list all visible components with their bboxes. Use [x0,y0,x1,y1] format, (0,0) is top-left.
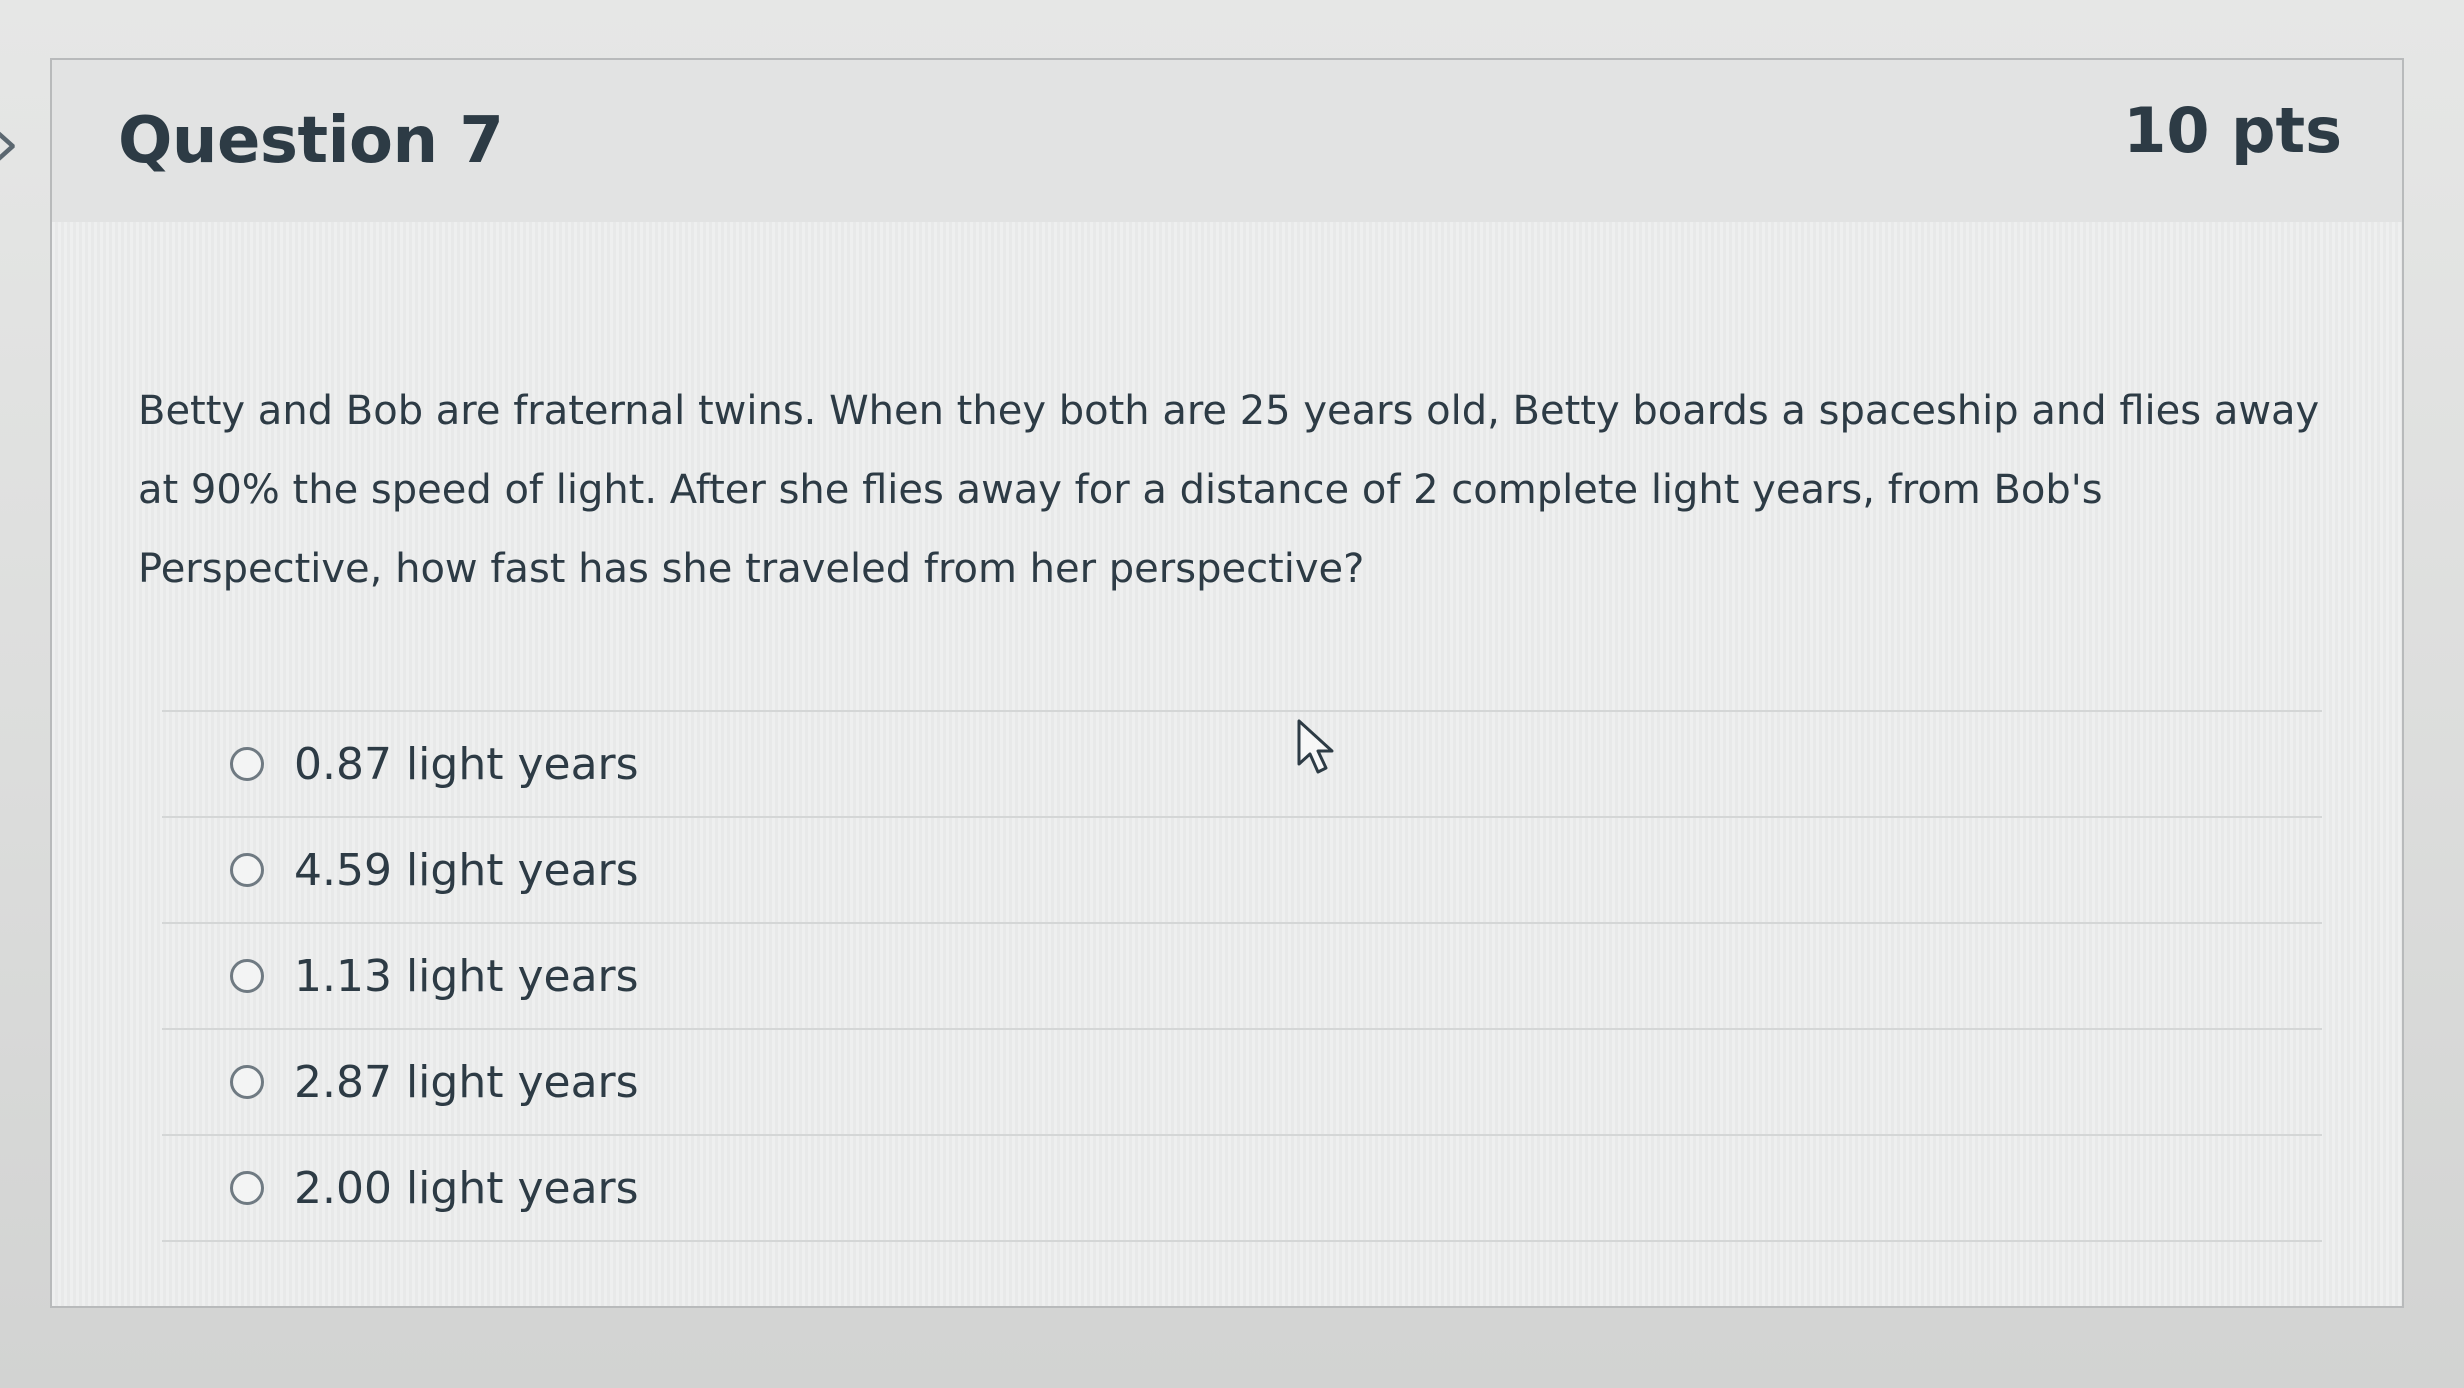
answer-option-1[interactable]: 0.87 light years [162,712,2322,818]
radio-unchecked-icon[interactable] [230,747,264,781]
question-title: Question 7 [118,104,504,178]
chevron-right-icon[interactable]: › [0,112,20,176]
answer-label[interactable]: 2.87 light years [294,1057,639,1108]
answer-label[interactable]: 4.59 light years [294,845,639,896]
mouse-pointer-icon [1297,719,1334,774]
question-header: Question 7 10 pts [52,60,2402,224]
answer-label[interactable]: 1.13 light years [294,951,639,1002]
question-text: Betty and Bob are fraternal twins. When … [138,388,2320,592]
question-points: 10 pts [2123,94,2342,167]
answer-label[interactable]: 2.00 light years [294,1163,639,1214]
question-body: Betty and Bob are fraternal twins. When … [52,222,2402,1306]
radio-unchecked-icon[interactable] [230,1065,264,1099]
answer-option-3[interactable]: 1.13 light years [162,924,2322,1030]
radio-unchecked-icon[interactable] [230,853,264,887]
answer-list: 0.87 light years 4.59 light years 1.13 l… [162,710,2322,1242]
answer-option-2[interactable]: 4.59 light years [162,818,2322,924]
answer-option-4[interactable]: 2.87 light years [162,1030,2322,1136]
question-card: Question 7 10 pts Betty and Bob are frat… [50,58,2404,1308]
radio-unchecked-icon[interactable] [230,1171,264,1205]
answer-label[interactable]: 0.87 light years [294,739,639,790]
radio-unchecked-icon[interactable] [230,959,264,993]
answer-option-5[interactable]: 2.00 light years [162,1136,2322,1242]
